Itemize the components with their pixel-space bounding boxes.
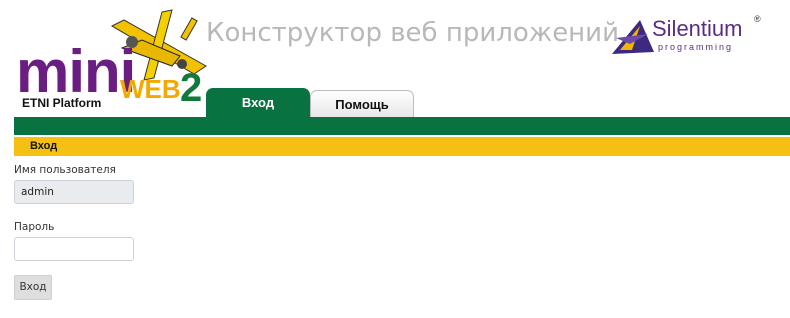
breadcrumb-label: Вход [30,140,58,152]
username-field[interactable]: admin [14,180,134,204]
page-title: Конструктор веб приложений [206,18,619,48]
brand-subtitle: programming [658,42,734,52]
login-button[interactable]: Вход [14,275,52,300]
logo-web-text: WEB [120,74,181,104]
breadcrumb: Вход [14,137,790,156]
password-label: Пароль [14,221,55,233]
nav-bar [14,117,790,135]
tab-login[interactable]: Вход [206,88,310,118]
brand-logo: Silentium programming ® [610,14,770,58]
logo-mini-text: mini [16,38,136,105]
registered-mark: ® [754,14,761,24]
brand-triangle-icon [612,20,654,54]
logo-version-text: 2 [180,66,203,110]
password-field[interactable] [14,237,134,261]
username-label: Имя пользователя [14,164,116,176]
logo-platform-text: ETNI Platform [22,96,102,110]
app-logo: mini ETNI Platform WEB 2 [14,8,214,120]
tab-help[interactable]: Помощь [310,90,414,118]
brand-name: Silentium [652,16,743,41]
